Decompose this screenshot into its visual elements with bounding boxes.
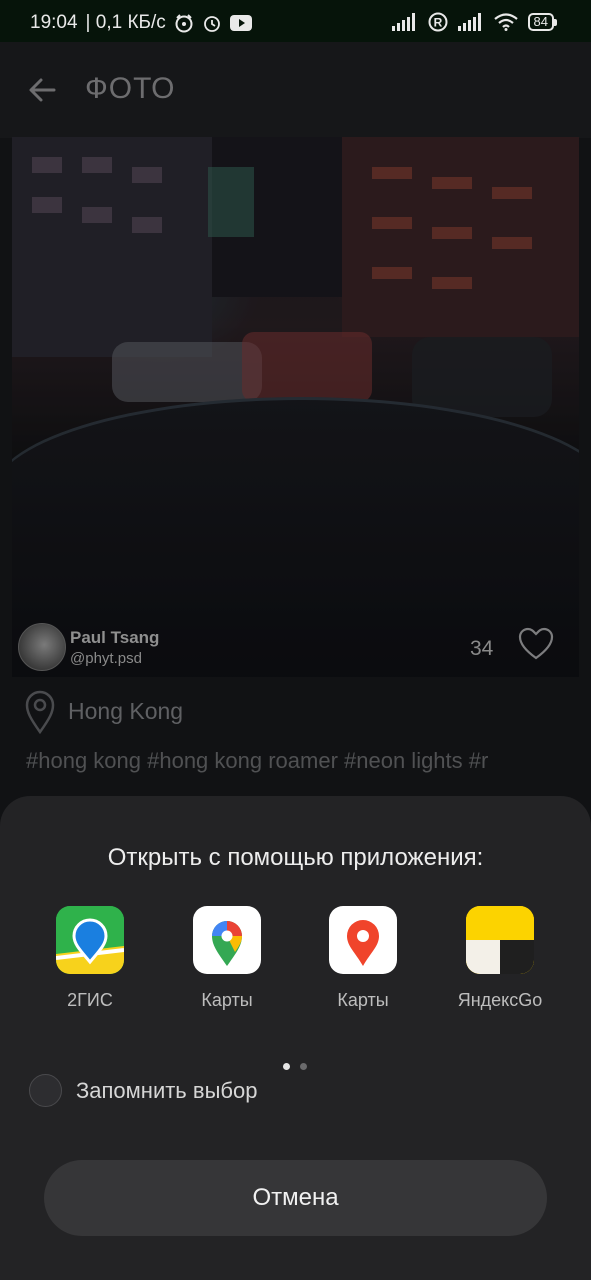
location-text[interactable]: Hong Kong	[68, 698, 183, 725]
app-label: 2ГИС	[67, 990, 113, 1010]
svg-text:R: R	[433, 16, 442, 30]
signal-icon	[391, 13, 415, 31]
app-option-yandex-maps[interactable]: Карты	[298, 906, 428, 1011]
roaming-icon: R	[428, 12, 448, 32]
status-bar: 19:04 | 0,1 КБ/с R 84	[0, 0, 591, 42]
app-label: ЯндексGo	[457, 990, 543, 1010]
photo-tags[interactable]: #hong kong #hong kong roamer #neon light…	[26, 748, 571, 774]
remember-choice[interactable]: Запомнить выбор	[29, 1074, 257, 1107]
status-speed: | 0,1 КБ/с	[85, 12, 166, 33]
google-maps-icon	[193, 906, 261, 974]
photo[interactable]: Paul Tsang @phyt.psd 34	[12, 137, 579, 677]
page-title: ФОТО	[85, 72, 176, 105]
app-label: Карты	[337, 990, 389, 1010]
likes-count: 34	[470, 637, 494, 660]
app-option-2gis[interactable]: 2ГИС	[25, 906, 155, 1011]
app-bar: ФОТО	[0, 42, 591, 138]
photo-dim-overlay	[12, 137, 579, 677]
photo-author[interactable]: Paul Tsang @phyt.psd	[18, 623, 159, 671]
author-name: Paul Tsang	[70, 627, 160, 647]
remember-checkbox[interactable]	[29, 1074, 62, 1107]
youtube-icon	[229, 15, 252, 31]
app-option-google-maps[interactable]: Карты	[162, 906, 292, 1011]
author-handle: @phyt.psd	[70, 649, 142, 667]
arrow-left-icon[interactable]	[26, 74, 58, 106]
status-time: 19:04	[30, 12, 78, 33]
battery-icon: 84	[527, 13, 557, 31]
page-dot-active	[283, 1063, 290, 1070]
page-indicator	[283, 1063, 307, 1070]
app-label: Карты	[201, 990, 253, 1010]
yandex-maps-icon	[329, 906, 397, 974]
location-pin-icon	[25, 690, 55, 734]
status-right: R 84	[391, 12, 557, 32]
remember-label: Запомнить выбор	[76, 1077, 258, 1103]
avatar[interactable]	[18, 623, 66, 671]
yandex-go-icon	[466, 906, 534, 974]
wifi-icon	[493, 13, 518, 31]
status-left: 19:04 | 0,1 КБ/с	[30, 12, 252, 34]
battery-level: 84	[527, 13, 554, 31]
heart-icon[interactable]	[518, 627, 554, 661]
sheet-title: Открыть с помощью приложения:	[107, 844, 484, 871]
app-option-yandex-go[interactable]: ЯндексGo	[435, 906, 565, 1011]
alarm-icon	[203, 16, 220, 32]
cat-icon	[175, 14, 193, 33]
cancel-button[interactable]: Отмена	[44, 1160, 547, 1236]
open-with-sheet: Открыть с помощью приложения: 2ГИС Карты	[0, 796, 591, 1280]
signal-icon	[457, 13, 481, 31]
page-dot	[300, 1063, 307, 1070]
2gis-icon	[56, 906, 124, 974]
